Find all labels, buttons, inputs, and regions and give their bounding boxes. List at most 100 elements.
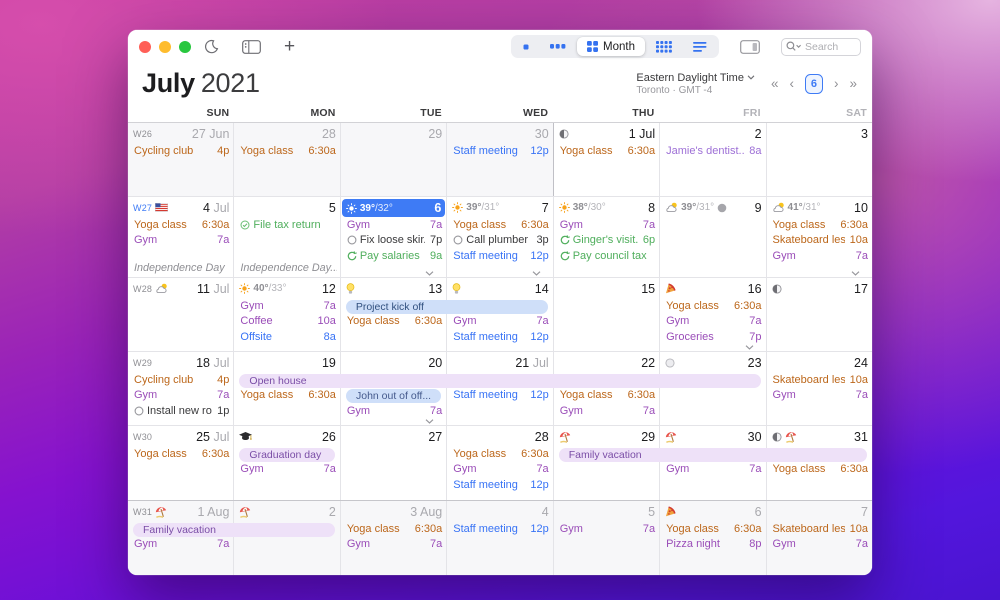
event[interactable]: Cycling club4p: [128, 143, 233, 159]
more-events-chevron-icon[interactable]: [851, 271, 860, 276]
day-cell[interactable]: W2627 JunCycling club4p: [128, 123, 234, 196]
event[interactable]: Staff meeting12p: [447, 388, 552, 404]
event[interactable]: Jamie's dentist...8a: [660, 143, 765, 159]
event[interactable]: Yoga class6:30a: [447, 217, 552, 233]
day-cell[interactable]: W2918 JulCycling club4pGym7aInstall new …: [128, 352, 234, 425]
event[interactable]: Yoga class6:30a: [341, 314, 446, 330]
view-tab-year[interactable]: [646, 37, 682, 56]
day-cell[interactable]: 3 AugYoga class6:30aGym7a: [341, 501, 447, 575]
event[interactable]: Gym7a: [767, 388, 872, 404]
event[interactable]: Offsite8a: [234, 329, 339, 345]
day-cell[interactable]: 7Skateboard les...10aGym7a: [767, 501, 872, 575]
task[interactable]: File tax return: [234, 217, 339, 233]
day-cell[interactable]: 24Skateboard les...10aGym7a: [767, 352, 872, 425]
day-cell[interactable]: 3: [767, 123, 872, 196]
next-week-button[interactable]: ›: [832, 76, 841, 91]
event[interactable]: Pizza night8p: [660, 537, 765, 553]
day-cell[interactable]: 14Gym7aStaff meeting12p: [447, 278, 553, 351]
view-tab-list[interactable]: [683, 37, 717, 56]
day-cell[interactable]: 16Yoga class6:30aGym7aGroceries7p: [660, 278, 766, 351]
search-input[interactable]: Search: [781, 38, 861, 56]
day-cell[interactable]: 22Yoga class6:30aGym7a: [554, 352, 660, 425]
day-cell[interactable]: 41°/31°10Yoga class6:30aSkateboard les..…: [767, 197, 872, 277]
all-day-banner[interactable]: [553, 374, 659, 388]
event[interactable]: Yoga class6:30a: [660, 521, 765, 537]
day-cell[interactable]: 17: [767, 278, 872, 351]
event[interactable]: Skateboard les...10a: [767, 233, 872, 249]
event[interactable]: Gym7a: [234, 462, 339, 478]
event[interactable]: Staff meeting12p: [447, 521, 552, 537]
event[interactable]: Groceries7p: [660, 329, 765, 345]
all-day-banner[interactable]: [340, 374, 446, 388]
all-day-banner[interactable]: Family vacation: [559, 448, 659, 462]
day-cell[interactable]: 28Yoga class6:30a: [234, 123, 340, 196]
all-day-banner[interactable]: Project kick off: [346, 300, 446, 314]
event[interactable]: Skateboard les...10a: [767, 372, 872, 388]
event[interactable]: Staff meeting12p: [447, 248, 552, 264]
day-cell[interactable]: 21 JulStaff meeting12p: [447, 352, 553, 425]
event[interactable]: Yoga class6:30a: [767, 462, 872, 478]
day-cell[interactable]: 23: [660, 352, 766, 425]
more-events-chevron-icon[interactable]: [532, 271, 541, 276]
event[interactable]: Gym7a: [660, 462, 765, 478]
more-events-chevron-icon[interactable]: [425, 271, 434, 276]
day-cell[interactable]: 6Yoga class6:30aPizza night8p: [660, 501, 766, 575]
current-week-badge[interactable]: 6: [805, 74, 823, 94]
day-cell[interactable]: W2811 Jul: [128, 278, 234, 351]
task[interactable]: Call plumber3p: [447, 233, 552, 249]
next-year-button[interactable]: »: [847, 76, 859, 91]
close-button[interactable]: [139, 41, 151, 53]
day-cell[interactable]: 19Open houseYoga class6:30a: [234, 352, 340, 425]
event[interactable]: Yoga class6:30a: [234, 143, 339, 159]
day-cell[interactable]: 20John out of off...Gym7a: [341, 352, 447, 425]
day-cell[interactable]: 39°/32°6Gym7aFix loose skir...7pPay sala…: [341, 197, 447, 277]
day-cell[interactable]: 29: [341, 123, 447, 196]
sidebar-toggle-icon[interactable]: [242, 40, 261, 54]
event[interactable]: Gym7a: [767, 248, 872, 264]
view-tab-day[interactable]: [513, 37, 539, 56]
day-cell[interactable]: W3025 JulYoga class6:30a: [128, 426, 234, 500]
event[interactable]: Gym7a: [767, 537, 872, 553]
day-cell[interactable]: 30Staff meeting12p: [447, 123, 552, 196]
day-cell[interactable]: 27: [341, 426, 447, 500]
event[interactable]: Gym7a: [447, 314, 552, 330]
event[interactable]: Gym7a: [234, 298, 339, 314]
day-cell[interactable]: 4Staff meeting12p: [447, 501, 553, 575]
event[interactable]: Coffee10a: [234, 314, 339, 330]
day-cell[interactable]: 2Jamie's dentist...8a: [660, 123, 766, 196]
day-cell[interactable]: 13Project kick offYoga class6:30a: [341, 278, 447, 351]
event[interactable]: Yoga class6:30a: [234, 388, 339, 404]
event[interactable]: Yoga class6:30a: [447, 446, 552, 462]
day-cell[interactable]: W274 JulYoga class6:30aGym7aIndependence…: [128, 197, 234, 277]
all-day-pill[interactable]: John out of off...: [346, 389, 441, 403]
all-day-banner[interactable]: Open house: [239, 374, 339, 388]
event[interactable]: Gym7a: [341, 217, 446, 233]
day-cell[interactable]: W311 AugFamily vacationGym7a: [128, 501, 234, 575]
more-events-chevron-icon[interactable]: [425, 419, 434, 424]
event[interactable]: Gym7a: [128, 537, 233, 553]
event[interactable]: Yoga class6:30a: [660, 298, 765, 314]
task[interactable]: Fix loose skir...7p: [341, 233, 446, 249]
event[interactable]: Cycling club4p: [128, 372, 233, 388]
all-day-banner[interactable]: [233, 523, 334, 537]
task[interactable]: Install new rol...1p: [128, 403, 233, 419]
prev-week-button[interactable]: ‹: [787, 76, 796, 91]
more-events-chevron-icon[interactable]: [745, 345, 754, 350]
event[interactable]: Gym7a: [660, 314, 765, 330]
day-cell[interactable]: 2: [234, 501, 340, 575]
all-day-banner[interactable]: [446, 374, 552, 388]
day-cell[interactable]: 28Yoga class6:30aGym7aStaff meeting12p: [447, 426, 553, 500]
day-cell[interactable]: 26Graduation dayGym7a: [234, 426, 340, 500]
event[interactable]: Yoga class6:30a: [554, 143, 659, 159]
event[interactable]: Gym7a: [128, 233, 233, 249]
day-cell[interactable]: 39°/31°7Yoga class6:30aCall plumber3pSta…: [447, 197, 553, 277]
zoom-button[interactable]: [179, 41, 191, 53]
day-cell[interactable]: 39°/31°9: [660, 197, 766, 277]
day-cell[interactable]: 38°/30°8Gym7aGinger's visit...6pPay coun…: [554, 197, 660, 277]
day-cell[interactable]: 5File tax returnIndependence Day...: [234, 197, 340, 277]
event[interactable]: Gym7a: [554, 403, 659, 419]
event[interactable]: Yoga class6:30a: [554, 388, 659, 404]
event[interactable]: Yoga class6:30a: [341, 521, 446, 537]
event[interactable]: Staff meeting12p: [447, 329, 552, 345]
task[interactable]: Pay salaries9a: [341, 248, 446, 264]
